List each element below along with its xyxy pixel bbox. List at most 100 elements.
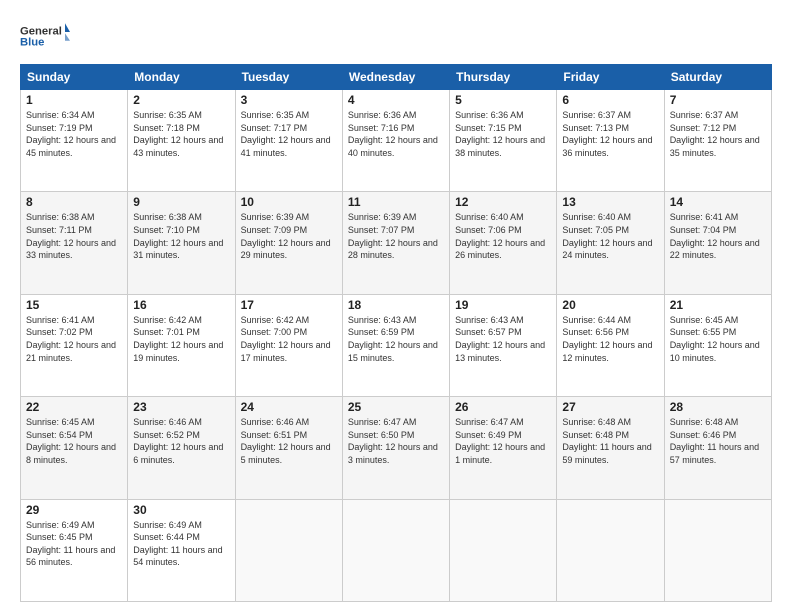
day-info: Sunrise: 6:36 AM Sunset: 7:15 PM Dayligh… bbox=[455, 109, 551, 159]
calendar-cell: 6 Sunrise: 6:37 AM Sunset: 7:13 PM Dayli… bbox=[557, 90, 664, 192]
day-info: Sunrise: 6:47 AM Sunset: 6:49 PM Dayligh… bbox=[455, 416, 551, 466]
day-info: Sunrise: 6:43 AM Sunset: 6:57 PM Dayligh… bbox=[455, 314, 551, 364]
day-number: 10 bbox=[241, 195, 337, 209]
day-number: 19 bbox=[455, 298, 551, 312]
day-info: Sunrise: 6:48 AM Sunset: 6:48 PM Dayligh… bbox=[562, 416, 658, 466]
calendar-cell: 21 Sunrise: 6:45 AM Sunset: 6:55 PM Dayl… bbox=[664, 294, 771, 396]
calendar-cell: 7 Sunrise: 6:37 AM Sunset: 7:12 PM Dayli… bbox=[664, 90, 771, 192]
day-number: 22 bbox=[26, 400, 122, 414]
calendar-cell: 14 Sunrise: 6:41 AM Sunset: 7:04 PM Dayl… bbox=[664, 192, 771, 294]
day-number: 6 bbox=[562, 93, 658, 107]
calendar-cell: 5 Sunrise: 6:36 AM Sunset: 7:15 PM Dayli… bbox=[450, 90, 557, 192]
day-number: 27 bbox=[562, 400, 658, 414]
calendar-cell: 16 Sunrise: 6:42 AM Sunset: 7:01 PM Dayl… bbox=[128, 294, 235, 396]
calendar-cell: 30 Sunrise: 6:49 AM Sunset: 6:44 PM Dayl… bbox=[128, 499, 235, 601]
col-monday: Monday bbox=[128, 65, 235, 90]
day-info: Sunrise: 6:37 AM Sunset: 7:13 PM Dayligh… bbox=[562, 109, 658, 159]
day-info: Sunrise: 6:44 AM Sunset: 6:56 PM Dayligh… bbox=[562, 314, 658, 364]
day-number: 24 bbox=[241, 400, 337, 414]
calendar-cell: 2 Sunrise: 6:35 AM Sunset: 7:18 PM Dayli… bbox=[128, 90, 235, 192]
calendar-cell bbox=[557, 499, 664, 601]
day-info: Sunrise: 6:45 AM Sunset: 6:55 PM Dayligh… bbox=[670, 314, 766, 364]
day-number: 28 bbox=[670, 400, 766, 414]
calendar-cell bbox=[342, 499, 449, 601]
day-info: Sunrise: 6:48 AM Sunset: 6:46 PM Dayligh… bbox=[670, 416, 766, 466]
calendar-week-row: 29 Sunrise: 6:49 AM Sunset: 6:45 PM Dayl… bbox=[21, 499, 772, 601]
day-number: 4 bbox=[348, 93, 444, 107]
day-number: 17 bbox=[241, 298, 337, 312]
calendar-cell: 29 Sunrise: 6:49 AM Sunset: 6:45 PM Dayl… bbox=[21, 499, 128, 601]
day-number: 8 bbox=[26, 195, 122, 209]
day-info: Sunrise: 6:45 AM Sunset: 6:54 PM Dayligh… bbox=[26, 416, 122, 466]
day-info: Sunrise: 6:38 AM Sunset: 7:10 PM Dayligh… bbox=[133, 211, 229, 261]
calendar-cell: 26 Sunrise: 6:47 AM Sunset: 6:49 PM Dayl… bbox=[450, 397, 557, 499]
calendar-cell: 24 Sunrise: 6:46 AM Sunset: 6:51 PM Dayl… bbox=[235, 397, 342, 499]
calendar-cell: 15 Sunrise: 6:41 AM Sunset: 7:02 PM Dayl… bbox=[21, 294, 128, 396]
day-number: 21 bbox=[670, 298, 766, 312]
calendar-cell: 28 Sunrise: 6:48 AM Sunset: 6:46 PM Dayl… bbox=[664, 397, 771, 499]
day-info: Sunrise: 6:39 AM Sunset: 7:09 PM Dayligh… bbox=[241, 211, 337, 261]
calendar-cell: 23 Sunrise: 6:46 AM Sunset: 6:52 PM Dayl… bbox=[128, 397, 235, 499]
calendar-cell: 11 Sunrise: 6:39 AM Sunset: 7:07 PM Dayl… bbox=[342, 192, 449, 294]
calendar-table: Sunday Monday Tuesday Wednesday Thursday… bbox=[20, 64, 772, 602]
day-number: 16 bbox=[133, 298, 229, 312]
calendar-cell: 27 Sunrise: 6:48 AM Sunset: 6:48 PM Dayl… bbox=[557, 397, 664, 499]
day-info: Sunrise: 6:35 AM Sunset: 7:18 PM Dayligh… bbox=[133, 109, 229, 159]
calendar-cell: 3 Sunrise: 6:35 AM Sunset: 7:17 PM Dayli… bbox=[235, 90, 342, 192]
col-wednesday: Wednesday bbox=[342, 65, 449, 90]
col-thursday: Thursday bbox=[450, 65, 557, 90]
day-info: Sunrise: 6:42 AM Sunset: 7:00 PM Dayligh… bbox=[241, 314, 337, 364]
col-friday: Friday bbox=[557, 65, 664, 90]
day-info: Sunrise: 6:42 AM Sunset: 7:01 PM Dayligh… bbox=[133, 314, 229, 364]
logo-svg: General Blue bbox=[20, 16, 70, 56]
day-number: 15 bbox=[26, 298, 122, 312]
calendar-week-row: 8 Sunrise: 6:38 AM Sunset: 7:11 PM Dayli… bbox=[21, 192, 772, 294]
header: General Blue bbox=[20, 16, 772, 56]
calendar-cell: 18 Sunrise: 6:43 AM Sunset: 6:59 PM Dayl… bbox=[342, 294, 449, 396]
day-number: 23 bbox=[133, 400, 229, 414]
day-info: Sunrise: 6:49 AM Sunset: 6:44 PM Dayligh… bbox=[133, 519, 229, 569]
day-number: 12 bbox=[455, 195, 551, 209]
day-info: Sunrise: 6:37 AM Sunset: 7:12 PM Dayligh… bbox=[670, 109, 766, 159]
calendar-week-row: 22 Sunrise: 6:45 AM Sunset: 6:54 PM Dayl… bbox=[21, 397, 772, 499]
calendar-cell: 12 Sunrise: 6:40 AM Sunset: 7:06 PM Dayl… bbox=[450, 192, 557, 294]
day-number: 14 bbox=[670, 195, 766, 209]
day-number: 9 bbox=[133, 195, 229, 209]
day-info: Sunrise: 6:47 AM Sunset: 6:50 PM Dayligh… bbox=[348, 416, 444, 466]
col-sunday: Sunday bbox=[21, 65, 128, 90]
calendar-cell: 8 Sunrise: 6:38 AM Sunset: 7:11 PM Dayli… bbox=[21, 192, 128, 294]
calendar-cell: 4 Sunrise: 6:36 AM Sunset: 7:16 PM Dayli… bbox=[342, 90, 449, 192]
day-info: Sunrise: 6:41 AM Sunset: 7:04 PM Dayligh… bbox=[670, 211, 766, 261]
day-number: 18 bbox=[348, 298, 444, 312]
day-info: Sunrise: 6:40 AM Sunset: 7:05 PM Dayligh… bbox=[562, 211, 658, 261]
day-info: Sunrise: 6:46 AM Sunset: 6:51 PM Dayligh… bbox=[241, 416, 337, 466]
calendar-cell: 9 Sunrise: 6:38 AM Sunset: 7:10 PM Dayli… bbox=[128, 192, 235, 294]
day-info: Sunrise: 6:38 AM Sunset: 7:11 PM Dayligh… bbox=[26, 211, 122, 261]
calendar-cell: 19 Sunrise: 6:43 AM Sunset: 6:57 PM Dayl… bbox=[450, 294, 557, 396]
day-number: 20 bbox=[562, 298, 658, 312]
day-number: 7 bbox=[670, 93, 766, 107]
day-info: Sunrise: 6:49 AM Sunset: 6:45 PM Dayligh… bbox=[26, 519, 122, 569]
day-info: Sunrise: 6:43 AM Sunset: 6:59 PM Dayligh… bbox=[348, 314, 444, 364]
calendar-header-row: Sunday Monday Tuesday Wednesday Thursday… bbox=[21, 65, 772, 90]
calendar-cell: 17 Sunrise: 6:42 AM Sunset: 7:00 PM Dayl… bbox=[235, 294, 342, 396]
day-number: 11 bbox=[348, 195, 444, 209]
day-number: 26 bbox=[455, 400, 551, 414]
col-saturday: Saturday bbox=[664, 65, 771, 90]
day-info: Sunrise: 6:40 AM Sunset: 7:06 PM Dayligh… bbox=[455, 211, 551, 261]
day-number: 30 bbox=[133, 503, 229, 517]
calendar-cell: 1 Sunrise: 6:34 AM Sunset: 7:19 PM Dayli… bbox=[21, 90, 128, 192]
calendar-cell: 22 Sunrise: 6:45 AM Sunset: 6:54 PM Dayl… bbox=[21, 397, 128, 499]
calendar-cell bbox=[450, 499, 557, 601]
day-number: 13 bbox=[562, 195, 658, 209]
day-number: 1 bbox=[26, 93, 122, 107]
svg-text:General: General bbox=[20, 25, 62, 37]
calendar-cell: 20 Sunrise: 6:44 AM Sunset: 6:56 PM Dayl… bbox=[557, 294, 664, 396]
day-info: Sunrise: 6:46 AM Sunset: 6:52 PM Dayligh… bbox=[133, 416, 229, 466]
svg-text:Blue: Blue bbox=[20, 37, 44, 49]
day-number: 29 bbox=[26, 503, 122, 517]
calendar-week-row: 15 Sunrise: 6:41 AM Sunset: 7:02 PM Dayl… bbox=[21, 294, 772, 396]
day-number: 25 bbox=[348, 400, 444, 414]
day-info: Sunrise: 6:39 AM Sunset: 7:07 PM Dayligh… bbox=[348, 211, 444, 261]
day-info: Sunrise: 6:41 AM Sunset: 7:02 PM Dayligh… bbox=[26, 314, 122, 364]
